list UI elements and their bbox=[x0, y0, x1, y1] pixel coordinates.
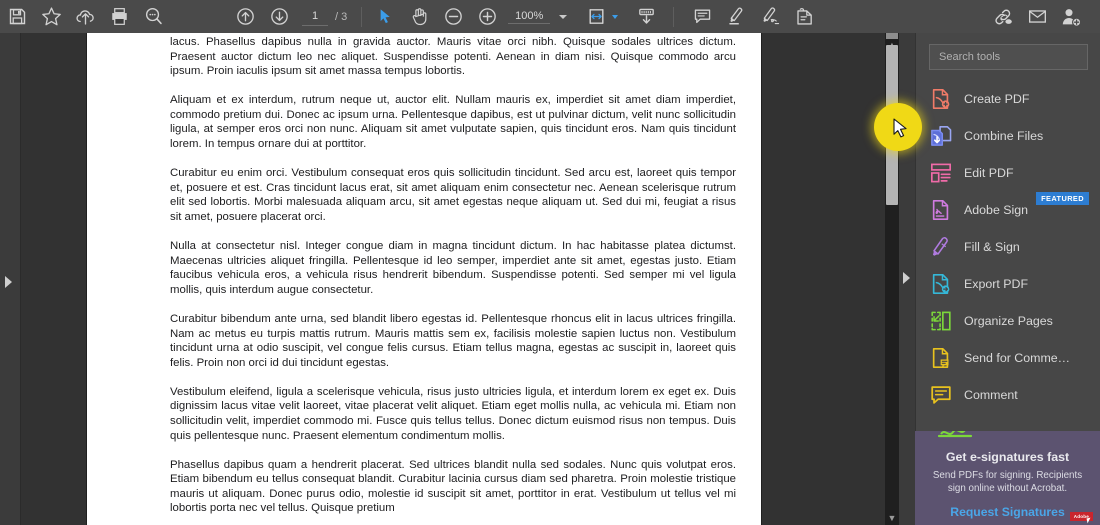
tool-item-create-pdf[interactable]: Create PDF bbox=[916, 80, 1100, 117]
zoom-level-value[interactable]: 100% bbox=[508, 10, 551, 24]
draw-freehand-icon[interactable] bbox=[753, 0, 787, 33]
document-paragraph: Curabitur eu enim orci. Vestibulum conse… bbox=[170, 167, 736, 223]
promo-decoration-icon bbox=[937, 431, 973, 438]
featured-badge: FEATURED bbox=[1036, 192, 1089, 205]
document-paragraph: Vestibulum eleifend, ligula a scelerisqu… bbox=[170, 385, 736, 442]
pdf-page-text: lacus. Phasellus dapibus nulla in gravid… bbox=[170, 35, 736, 525]
page-number-input[interactable] bbox=[302, 7, 328, 26]
document-vertical-scrollbar[interactable]: ▲ ▼ bbox=[885, 33, 899, 525]
page-nav-group bbox=[228, 0, 296, 33]
promo-title: Get e-signatures fast bbox=[945, 450, 1070, 464]
tool-label: Create PDF bbox=[964, 91, 1030, 106]
zoom-control: 100% bbox=[508, 10, 568, 24]
tool-label: Fill & Sign bbox=[964, 239, 1020, 254]
page-total-label: / 3 bbox=[335, 10, 348, 23]
organize-pages-icon bbox=[931, 311, 951, 330]
fit-tools-group bbox=[583, 0, 663, 33]
fill-and-sign-icon bbox=[932, 236, 948, 256]
zoom-out-icon[interactable] bbox=[436, 0, 470, 33]
tool-item-combine-files[interactable]: Combine Files bbox=[916, 117, 1100, 154]
add-person-icon[interactable] bbox=[1054, 0, 1088, 33]
save-icon[interactable] bbox=[0, 0, 34, 33]
add-comment-icon[interactable] bbox=[685, 0, 719, 33]
send-for-comments-icon bbox=[932, 347, 949, 368]
tool-label: Send for Comme… bbox=[964, 350, 1071, 365]
document-paragraph: lacus. Phasellus dapibus nulla in gravid… bbox=[170, 36, 736, 78]
upload-cloud-icon[interactable] bbox=[68, 0, 102, 33]
file-tools-group bbox=[0, 0, 170, 33]
adobe-sign-icon bbox=[932, 199, 949, 220]
next-page-icon[interactable] bbox=[262, 0, 296, 33]
hand-tool-icon[interactable] bbox=[402, 0, 436, 33]
promo-banner[interactable]: Get e-signatures fast Send PDFs for sign… bbox=[915, 431, 1100, 525]
scrollbar-thumb[interactable] bbox=[886, 45, 898, 205]
expand-navigation-pane-arrow-icon[interactable] bbox=[5, 276, 12, 288]
fit-page-icon[interactable] bbox=[583, 0, 609, 33]
print-icon[interactable] bbox=[102, 0, 136, 33]
add-stamp-icon[interactable] bbox=[787, 0, 821, 33]
document-paragraph: Nulla at consectetur nisl. Integer congu… bbox=[170, 240, 736, 296]
tool-label: Comment bbox=[964, 387, 1018, 402]
document-paragraph: Aliquam et ex interdum, rutrum neque ut,… bbox=[170, 94, 736, 151]
tool-item-send-for-comments[interactable]: Send for Comme… bbox=[916, 339, 1100, 376]
scroll-mode-icon[interactable] bbox=[629, 0, 663, 33]
chevron-down-icon[interactable] bbox=[559, 14, 568, 19]
edit-pdf-icon bbox=[931, 163, 951, 182]
highlight-text-icon[interactable] bbox=[719, 0, 753, 33]
tool-label: Adobe Sign bbox=[964, 202, 1029, 217]
document-viewport[interactable]: lacus. Phasellus dapibus nulla in gravid… bbox=[21, 33, 885, 525]
document-paragraph: Curabitur bibendum ante urna, sed blandi… bbox=[170, 312, 736, 369]
search-icon[interactable] bbox=[136, 0, 170, 33]
tool-label: Export PDF bbox=[964, 276, 1029, 291]
share-link-icon[interactable] bbox=[986, 0, 1020, 33]
document-paragraph: Phasellus dapibus quam a hendrerit place… bbox=[170, 458, 736, 515]
share-tools-group bbox=[986, 0, 1088, 33]
annotation-tools-group bbox=[685, 0, 821, 33]
view-tools-group bbox=[368, 0, 504, 33]
tool-item-comment[interactable]: Comment bbox=[916, 376, 1100, 413]
main-toolbar: / 3 100% bbox=[0, 0, 1100, 34]
toolbar-divider-2 bbox=[673, 6, 675, 27]
tool-label: Combine Files bbox=[964, 128, 1044, 143]
page-number-box: / 3 bbox=[302, 0, 347, 33]
pdf-page: lacus. Phasellus dapibus nulla in gravid… bbox=[87, 33, 761, 525]
email-icon[interactable] bbox=[1020, 0, 1054, 33]
star-icon[interactable] bbox=[34, 0, 68, 33]
tool-item-fill-and-sign[interactable]: Fill & Sign bbox=[916, 228, 1100, 265]
promo-cursor-icon bbox=[1086, 517, 1092, 524]
scroll-down-arrow-icon[interactable]: ▼ bbox=[885, 512, 899, 525]
tools-list: Create PDF Combine Files Edit PDF FEATUR… bbox=[916, 80, 1100, 413]
toolbar-divider bbox=[361, 6, 363, 27]
fit-options-chevron-icon[interactable] bbox=[612, 14, 619, 19]
select-cursor-icon[interactable] bbox=[368, 0, 402, 33]
combine-files-icon bbox=[931, 125, 952, 146]
search-tools-input[interactable] bbox=[929, 44, 1088, 70]
tool-item-export-pdf[interactable]: Export PDF bbox=[916, 265, 1100, 302]
export-pdf-icon bbox=[932, 273, 950, 294]
tool-item-adobe-sign[interactable]: FEATURED Adobe Sign bbox=[916, 191, 1100, 228]
zoom-in-icon[interactable] bbox=[470, 0, 504, 33]
previous-page-icon[interactable] bbox=[228, 0, 262, 33]
create-pdf-icon bbox=[932, 88, 950, 109]
tool-item-organize-pages[interactable]: Organize Pages bbox=[916, 302, 1100, 339]
search-tools-wrapper bbox=[916, 33, 1100, 70]
promo-subtitle: Send PDFs for signing. Recipients sign o… bbox=[932, 470, 1083, 494]
acrobat-window: / 3 100% bbox=[0, 0, 1100, 525]
tool-label: Organize Pages bbox=[964, 313, 1053, 328]
comment-icon bbox=[931, 385, 951, 404]
collapse-tools-pane-arrow-icon[interactable] bbox=[903, 272, 910, 284]
tool-item-edit-pdf[interactable]: Edit PDF bbox=[916, 154, 1100, 191]
tool-label: Edit PDF bbox=[964, 165, 1014, 180]
left-navigation-rail bbox=[0, 33, 21, 525]
